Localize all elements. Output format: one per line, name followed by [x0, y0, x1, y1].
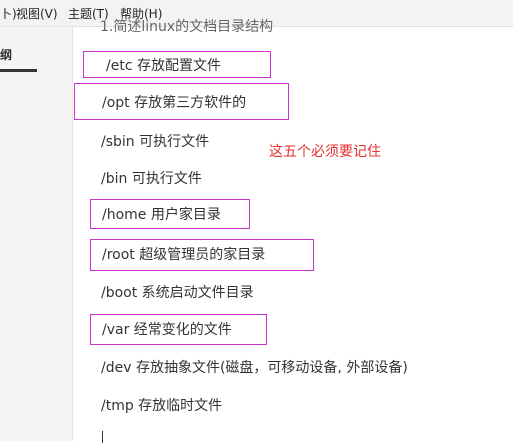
line-bin: /bin 可执行文件 — [101, 171, 202, 187]
menu-item-partial[interactable]: 卜) — [0, 5, 17, 22]
menu-view[interactable]: 视图(V) — [16, 5, 58, 22]
editor-content[interactable]: 1.简述linux的文档目录结构 /etc 存放配置文件 /opt 存放第三方软… — [73, 19, 513, 443]
outline-sidebar: 纲 — [0, 27, 73, 441]
line-tmp: /tmp 存放临时文件 — [101, 398, 223, 414]
text-cursor — [102, 431, 103, 443]
sidebar-active-indicator — [0, 69, 37, 72]
line-var: /var 经常变化的文件 — [102, 322, 232, 338]
line-boot: /boot 系统启动文件目录 — [101, 285, 254, 301]
annotation-note: 这五个必须要记住 — [269, 144, 381, 160]
line-root: /root 超级管理员的家目录 — [102, 247, 266, 263]
line-opt: /opt 存放第三方软件的 — [102, 95, 247, 111]
line-home: /home 用户家目录 — [102, 207, 221, 223]
line-sbin: /sbin 可执行文件 — [101, 134, 210, 150]
line-dev: /dev 存放抽象文件(磁盘，可移动设备, 外部设备) — [101, 360, 408, 376]
line-etc: /etc 存放配置文件 — [106, 58, 221, 74]
sidebar-tab-outline[interactable]: 纲 — [0, 46, 12, 63]
heading-partial: 1.简述linux的文档目录结构 — [100, 19, 274, 35]
